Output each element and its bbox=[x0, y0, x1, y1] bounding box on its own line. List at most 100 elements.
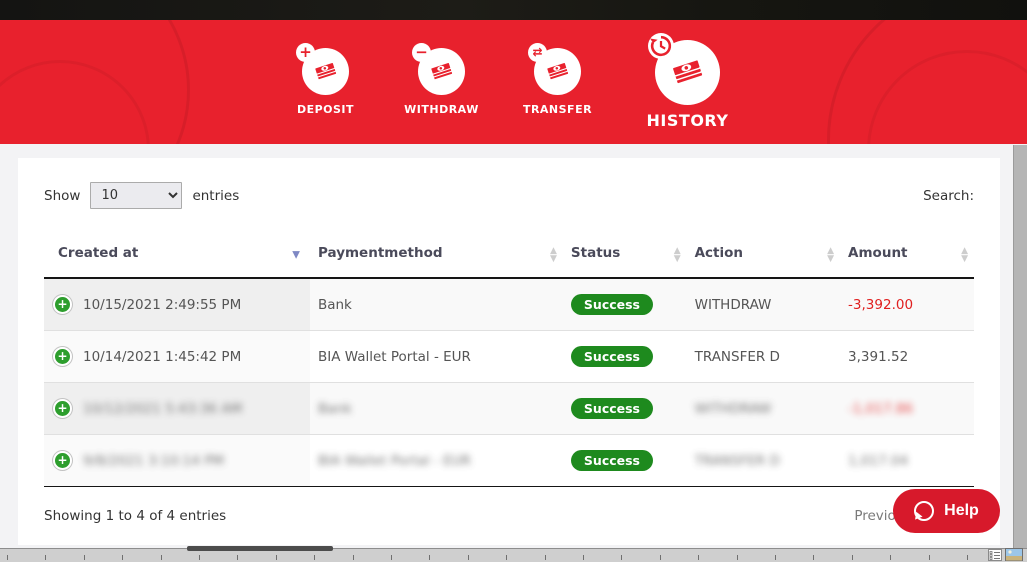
ruler-tick bbox=[161, 555, 162, 560]
table-controls: Show 10 entries Search: bbox=[44, 182, 974, 209]
payment-method-cell: Bank bbox=[310, 278, 563, 331]
entries-info: Showing 1 to 4 of 4 entries bbox=[44, 508, 226, 524]
nav-label: WITHDRAW bbox=[404, 103, 479, 116]
ruler-tick bbox=[122, 555, 123, 560]
column-header-amount[interactable]: Amount ▲▼ bbox=[840, 237, 974, 278]
ruler-tick bbox=[276, 555, 277, 560]
history-table-card: Show 10 entries Search: Created at ▼ bbox=[18, 158, 1000, 545]
status-badge: Success bbox=[571, 346, 653, 367]
action-cell: WITHDRAW bbox=[687, 278, 840, 331]
image-preview-icon[interactable] bbox=[1005, 548, 1023, 561]
payment-method-cell: BIA Wallet Portal - EUR bbox=[310, 435, 563, 487]
help-button[interactable]: Help bbox=[893, 489, 1000, 533]
status-cell: Success bbox=[563, 278, 687, 331]
sort-icon: ▲▼ bbox=[550, 248, 557, 262]
horizontal-scrollbar-thumb[interactable] bbox=[187, 546, 333, 551]
ruler-tick bbox=[890, 555, 891, 560]
status-cell: Success bbox=[563, 383, 687, 435]
expand-row-button[interactable]: + bbox=[55, 453, 70, 468]
status-badge: Success bbox=[571, 294, 653, 315]
ruler-tick bbox=[468, 555, 469, 560]
amount-cell: 1,017.04 bbox=[840, 435, 974, 487]
status-badge: Success bbox=[571, 398, 653, 419]
ruler-tick bbox=[852, 555, 853, 560]
ruler-tick bbox=[391, 555, 392, 560]
search-label: Search: bbox=[923, 188, 974, 204]
ruler-tick bbox=[84, 555, 85, 560]
sort-icon: ▲▼ bbox=[827, 248, 834, 262]
created-at-cell: +10/12/2021 5:43:36 AM bbox=[44, 383, 310, 435]
show-label: Show bbox=[44, 188, 80, 204]
deposit-icon: + bbox=[302, 48, 349, 95]
ruler-tick bbox=[353, 555, 354, 560]
nav-withdraw[interactable]: − WITHDRAW bbox=[404, 48, 480, 116]
list-view-icon[interactable] bbox=[988, 549, 1002, 561]
column-header-created-at[interactable]: Created at ▼ bbox=[44, 237, 310, 278]
wallet-nav: + DEPOSIT bbox=[288, 20, 740, 130]
sort-desc-icon: ▼ bbox=[292, 250, 300, 261]
history-table: Created at ▼ Paymentmethod ▲▼ Status ▲▼ … bbox=[44, 237, 974, 487]
page-length-control: Show 10 entries bbox=[44, 182, 239, 209]
wallet-header: + DEPOSIT bbox=[0, 20, 1027, 144]
status-badge: Success bbox=[571, 450, 653, 471]
created-at-cell: +10/15/2021 2:49:55 PM bbox=[44, 278, 310, 331]
amount-cell: -3,392.00 bbox=[840, 278, 974, 331]
table-footer: Showing 1 to 4 of 4 entries Previous 1 bbox=[44, 501, 974, 531]
expand-row-button[interactable]: + bbox=[55, 297, 70, 312]
nav-label: DEPOSIT bbox=[297, 103, 354, 116]
ruler-tick bbox=[314, 555, 315, 560]
ruler-tick bbox=[506, 555, 507, 560]
expand-row-button[interactable]: + bbox=[55, 349, 70, 364]
chat-bubble-icon bbox=[914, 501, 934, 521]
table-row: +10/12/2021 5:43:36 AMBankSuccessWITHDRA… bbox=[44, 383, 974, 435]
status-cell: Success bbox=[563, 331, 687, 383]
withdraw-icon: − bbox=[418, 48, 465, 95]
ruler-tick bbox=[698, 555, 699, 560]
ruler-tick bbox=[7, 555, 8, 560]
ruler-tick bbox=[660, 555, 661, 560]
table-row: +9/8/2021 3:10:14 PMBIA Wallet Portal - … bbox=[44, 435, 974, 487]
wallet-history-screen: + DEPOSIT bbox=[0, 0, 1027, 562]
ruler-tick bbox=[737, 555, 738, 560]
plus-badge-icon: + bbox=[296, 43, 315, 62]
nav-label: TRANSFER bbox=[523, 103, 592, 116]
top-dark-band bbox=[0, 0, 1027, 20]
ruler-tick bbox=[199, 555, 200, 560]
ruler-tick bbox=[545, 555, 546, 560]
bottom-bar-icons bbox=[988, 548, 1023, 561]
money-stack-icon bbox=[543, 57, 573, 87]
column-header-status[interactable]: Status ▲▼ bbox=[563, 237, 687, 278]
status-cell: Success bbox=[563, 435, 687, 487]
minus-badge-icon: − bbox=[412, 43, 431, 62]
nav-transfer[interactable]: ⇄ TRANSFER bbox=[520, 48, 596, 116]
nav-label: HISTORY bbox=[647, 111, 729, 130]
vertical-scrollbar[interactable] bbox=[1013, 145, 1027, 548]
entries-count-select[interactable]: 10 bbox=[90, 182, 182, 209]
action-cell: TRANSFER D bbox=[687, 331, 840, 383]
money-stack-icon bbox=[311, 57, 341, 87]
bottom-timeline-bar bbox=[0, 548, 1027, 562]
ruler-tick bbox=[621, 555, 622, 560]
nav-history[interactable]: HISTORY bbox=[636, 40, 740, 130]
payment-method-cell: BIA Wallet Portal - EUR bbox=[310, 331, 563, 383]
action-cell: WITHDRAW bbox=[687, 383, 840, 435]
amount-cell: 3,391.52 bbox=[840, 331, 974, 383]
ruler-tick bbox=[967, 555, 968, 560]
expand-row-button[interactable]: + bbox=[55, 401, 70, 416]
ruler-tick bbox=[929, 555, 930, 560]
column-header-paymentmethod[interactable]: Paymentmethod ▲▼ bbox=[310, 237, 563, 278]
nav-deposit[interactable]: + DEPOSIT bbox=[288, 48, 364, 116]
transfer-icon: ⇄ bbox=[534, 48, 581, 95]
table-row: +10/14/2021 1:45:42 PMBIA Wallet Portal … bbox=[44, 331, 974, 383]
created-at-cell: +10/14/2021 1:45:42 PM bbox=[44, 331, 310, 383]
column-header-action[interactable]: Action ▲▼ bbox=[687, 237, 840, 278]
amount-cell: -1,017.86 bbox=[840, 383, 974, 435]
ruler-tick bbox=[813, 555, 814, 560]
ruler-tick bbox=[775, 555, 776, 560]
table-row: +10/15/2021 2:49:55 PMBank Success WITHDRA… bbox=[44, 278, 974, 331]
history-icon bbox=[655, 40, 720, 105]
money-stack-icon bbox=[427, 57, 457, 87]
entries-label: entries bbox=[192, 188, 239, 204]
history-clock-badge-icon bbox=[648, 33, 674, 59]
ruler-tick bbox=[429, 555, 430, 560]
